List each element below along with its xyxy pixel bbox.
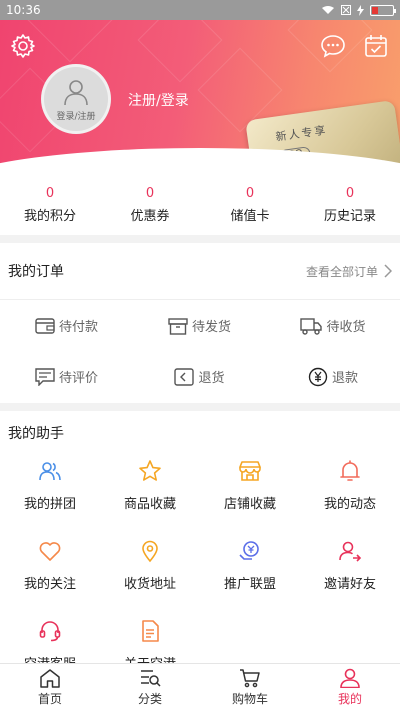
assistant-item-shipping-address[interactable]: 收货地址 (100, 535, 200, 615)
stat-stored-value-card[interactable]: 0 储值卡 (200, 175, 300, 235)
user-avatar-icon (64, 79, 88, 105)
order-label: 待付款 (58, 320, 98, 335)
my-orders-section: 我的订单 查看全部订单 待付款 待发货 待收货 待评价 退货 退款 (0, 243, 400, 403)
chevron-right-icon (384, 264, 392, 278)
assistant-item-label: 我的动态 (323, 497, 376, 512)
assistant-item-label: 推广联盟 (223, 577, 276, 592)
bottom-tab-bar: 首页 分类 购物车 我的 (0, 663, 400, 711)
status-bar: 10:36 (0, 0, 400, 20)
status-time: 10:36 (6, 3, 41, 17)
tab-label: 购物车 (231, 692, 268, 706)
shop-icon (239, 461, 261, 481)
stat-value: 0 (45, 186, 55, 201)
settings-icon[interactable] (10, 33, 36, 59)
view-all-orders-link[interactable]: 查看全部订单 (306, 263, 392, 280)
assistant-item-group-buy[interactable]: 我的拼团 (0, 455, 100, 535)
wallet-icon (35, 317, 55, 334)
assistant-item-invite-friends[interactable]: 邀请好友 (300, 535, 400, 615)
tab-label: 首页 (37, 692, 62, 706)
assistant-item-label: 邀请好友 (323, 577, 376, 592)
return-icon (174, 367, 195, 386)
tab-label: 分类 (137, 692, 162, 706)
box-icon (168, 317, 188, 335)
stat-history[interactable]: 0 历史记录 (300, 175, 400, 235)
stats-row: 0 我的积分 0 优惠券 0 储值卡 0 历史记录 (0, 175, 400, 235)
stat-value: 0 (145, 186, 155, 201)
order-pending-payment[interactable]: 待付款 (0, 300, 133, 351)
comment-icon (35, 367, 55, 386)
stat-value: 0 (345, 186, 355, 201)
wifi-icon (322, 6, 334, 14)
assistant-item-affiliate[interactable]: 推广联盟 (200, 535, 300, 615)
order-pending-shipment[interactable]: 待发货 (133, 300, 266, 351)
sim-icon (341, 5, 351, 15)
order-label: 退款 (331, 371, 358, 386)
section-title: 我的助手 (8, 426, 64, 442)
assistant-item-my-following[interactable]: 我的关注 (0, 535, 100, 615)
invite-icon (339, 541, 362, 562)
assistant-item-label: 我的关注 (23, 577, 76, 592)
view-all-orders-label: 查看全部订单 (305, 264, 378, 279)
order-pending-review[interactable]: 待评价 (0, 351, 133, 402)
profile-header: 登录/注册 注册/登录 新人专享 GO (0, 20, 400, 175)
category-icon (141, 670, 161, 687)
message-icon[interactable] (320, 33, 346, 59)
tab-label: 我的 (337, 692, 362, 706)
avatar-caption: 登录/注册 (56, 111, 96, 122)
heart-icon (39, 542, 61, 561)
user-icon (340, 668, 360, 688)
order-label: 待收货 (326, 320, 366, 335)
bell-icon (340, 460, 360, 481)
order-refund[interactable]: 退款 (266, 351, 400, 402)
home-icon (40, 669, 60, 688)
stat-coupons[interactable]: 0 优惠券 (100, 175, 200, 235)
calendar-checkin-icon[interactable] (363, 33, 389, 59)
charging-icon (357, 4, 364, 16)
assistant-item-label: 我的拼团 (23, 497, 76, 512)
order-label: 待评价 (58, 371, 98, 386)
banner-caption: 新人专享 (274, 123, 329, 144)
stat-label: 优惠券 (130, 209, 170, 224)
refund-icon (308, 367, 328, 386)
stat-value: 0 (245, 186, 255, 201)
assistant-item-my-updates[interactable]: 我的动态 (300, 455, 400, 535)
document-icon (142, 620, 159, 642)
tab-home[interactable]: 首页 (0, 664, 100, 711)
location-icon (142, 540, 158, 563)
stat-label: 我的积分 (23, 209, 76, 224)
group-icon (39, 462, 61, 481)
stat-label: 储值卡 (230, 209, 270, 224)
stat-points[interactable]: 0 我的积分 (0, 175, 100, 235)
assistant-item-label: 商品收藏 (123, 497, 176, 512)
my-assistant-section: 我的助手 我的拼团 商品收藏 店铺收藏 我的动态 我的关注 收货地址 推广联盟 (0, 411, 400, 672)
promote-icon (239, 541, 259, 560)
truck-icon (300, 317, 323, 335)
battery-icon (370, 4, 396, 16)
assistant-item-shop-favorites[interactable]: 店铺收藏 (200, 455, 300, 535)
section-title: 我的订单 (8, 264, 64, 280)
tab-me[interactable]: 我的 (300, 664, 400, 711)
star-icon (139, 460, 161, 481)
tab-cart[interactable]: 购物车 (200, 664, 300, 711)
headset-icon (39, 621, 61, 642)
order-pending-receipt[interactable]: 待收货 (266, 300, 400, 351)
stat-label: 历史记录 (323, 209, 376, 224)
avatar[interactable]: 登录/注册 (41, 64, 111, 134)
assistant-item-label: 店铺收藏 (223, 497, 276, 512)
order-return[interactable]: 退货 (133, 351, 266, 402)
assistant-item-product-favorites[interactable]: 商品收藏 (100, 455, 200, 535)
cart-icon (240, 669, 260, 688)
tab-category[interactable]: 分类 (100, 664, 200, 711)
assistant-item-label: 收货地址 (123, 577, 176, 592)
order-label: 退货 (198, 371, 225, 386)
login-register-link[interactable]: 注册/登录 (128, 90, 189, 110)
order-label: 待发货 (191, 320, 231, 335)
